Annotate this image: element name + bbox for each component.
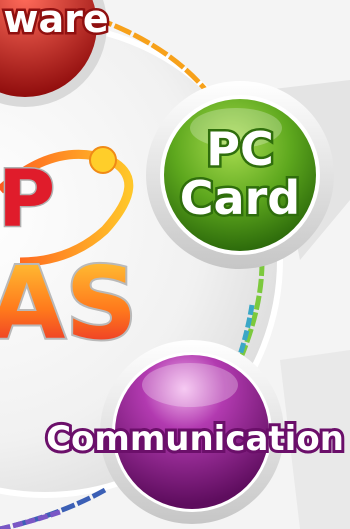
pc-card-line1: PC [206,122,273,176]
pc-card-node[interactable]: PC Card [146,81,334,269]
logo-letters-top: P [0,155,55,245]
orbit-segment-violet [0,509,61,529]
logo-letters-bottom: AS [0,245,137,362]
communication-node-label: Communication [46,419,344,459]
diagram-canvas: ware PC Card P AS Communication [0,0,350,529]
communication-node-highlight [142,363,238,407]
pc-card-line2: Card [180,171,300,225]
logo-orbit-ball [89,146,117,174]
hardware-node-label: ware [3,0,108,41]
